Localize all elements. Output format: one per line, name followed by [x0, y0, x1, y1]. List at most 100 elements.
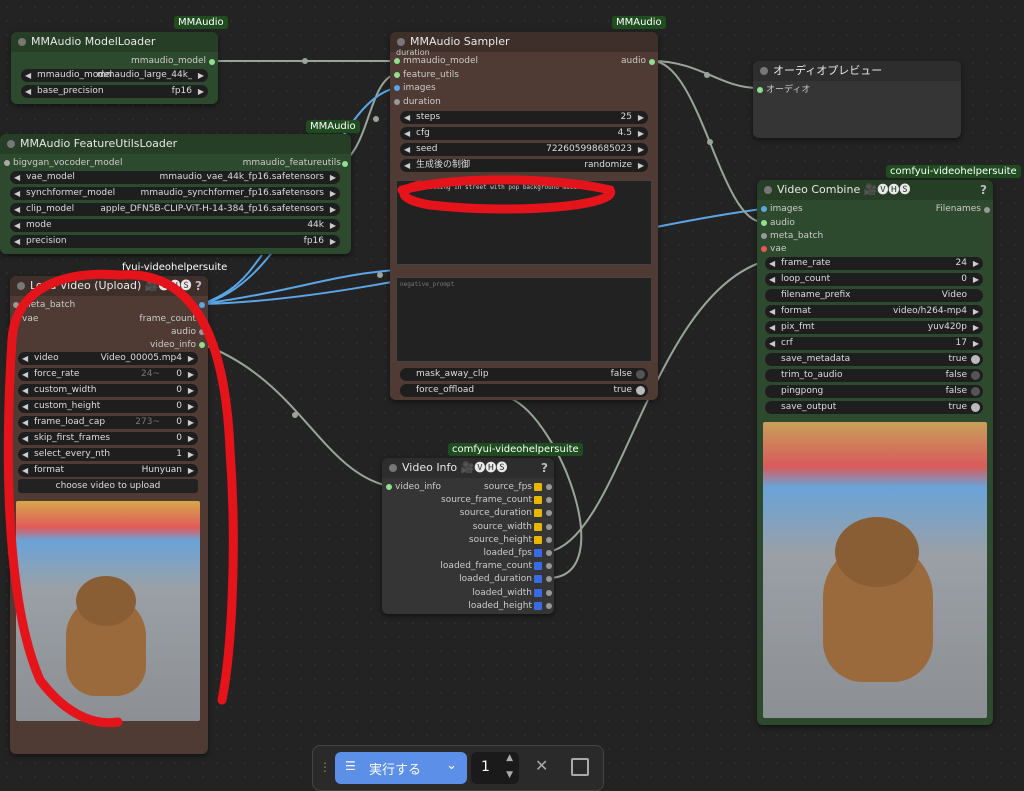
input-socket[interactable] — [13, 302, 19, 308]
widget-precision[interactable]: ◀ precision fp16 ▶ — [10, 235, 340, 248]
model-loader-node[interactable]: MMAudio ModelLoader mmaudio_model ◀ mmaud… — [11, 32, 218, 104]
widget-custom-height[interactable]: ◀ custom_height 0 ▶ — [18, 400, 198, 413]
input-socket[interactable] — [761, 206, 767, 212]
chevron-down-icon[interactable]: ⌄ — [446, 758, 457, 773]
help-icon[interactable]: ? — [980, 180, 987, 200]
widget-frame-load-cap[interactable]: ◀ frame_load_cap 273~ 0 ▶ — [18, 416, 198, 429]
output-socket[interactable] — [546, 589, 552, 596]
widget-video[interactable]: ◀ video Video_00005.mp4 ▶ — [18, 352, 198, 365]
widget-save-output[interactable]: save_output true — [765, 401, 983, 414]
node-title: Video Info 🎥🅥🅗🅢 — [402, 461, 508, 474]
negative-prompt-textarea[interactable]: negative_prompt — [396, 277, 652, 362]
output-label: Filenames — [935, 204, 981, 214]
output-video-preview — [763, 422, 987, 718]
output-socket[interactable] — [199, 329, 205, 335]
output-socket[interactable] — [342, 161, 348, 167]
output-socket[interactable] — [199, 302, 205, 308]
video-combine-node[interactable]: Video Combine 🎥🅥🅗🅢? images audio meta_ba… — [757, 180, 993, 725]
output-socket[interactable] — [546, 550, 552, 556]
input-label: images — [403, 83, 436, 93]
input-socket[interactable] — [757, 87, 763, 93]
widget-control-after-generate[interactable]: ◀ 生成後の制御 randomize ▶ — [400, 159, 648, 172]
decrement-icon[interactable]: ▼ — [506, 770, 513, 780]
output-label: audio — [621, 56, 646, 66]
widget-pingpong[interactable]: pingpong false — [765, 385, 983, 398]
output-socket[interactable] — [546, 523, 552, 530]
widget-base-precision[interactable]: ◀ base_precision fp16 ▶ — [21, 85, 208, 98]
batch-count-value: 1 — [481, 759, 490, 775]
run-button[interactable]: ☰ 実行する ⌄ — [335, 752, 467, 784]
node-pack-tag: comfyui-videohelpersuite — [448, 443, 583, 456]
output-socket[interactable] — [984, 207, 990, 213]
input-socket[interactable] — [394, 85, 400, 91]
mmaudio-sampler-node[interactable]: MMAudio Sampler duration mmaudio_model f… — [390, 32, 658, 400]
node-title: オーディオプレビュー — [773, 64, 883, 77]
help-icon[interactable]: ? — [195, 276, 202, 296]
input-label: video_info — [395, 482, 441, 492]
widget-format[interactable]: ◀ format Hunyuan ▶ — [18, 464, 198, 477]
toggle-force-offload[interactable]: force_offload true — [400, 384, 648, 397]
output-socket[interactable] — [546, 510, 552, 517]
output-label: source_height — [468, 534, 532, 545]
prompt-textarea[interactable]: cat is walking in street with pop backgr… — [396, 180, 652, 265]
input-socket[interactable] — [761, 233, 767, 239]
video-info-node[interactable]: Video Info 🎥🅥🅗🅢? video_info source_fps so… — [382, 458, 554, 614]
output-socket[interactable] — [199, 342, 205, 348]
output-socket[interactable] — [546, 536, 552, 543]
widget-clip-model[interactable]: ◀ clip_model apple_DFN5B-CLIP-ViT-H-14-384… — [10, 203, 340, 216]
output-socket[interactable] — [546, 576, 552, 583]
increment-icon[interactable]: ▲ — [506, 753, 513, 763]
input-socket[interactable] — [394, 72, 400, 78]
widget-frame-rate[interactable]: ◀ frame_rate 24 ▶ — [765, 257, 983, 270]
output-socket[interactable] — [649, 59, 655, 65]
widget-cfg[interactable]: ◀ cfg 4.5 ▶ — [400, 127, 648, 140]
output-socket[interactable] — [546, 563, 552, 570]
output-socket[interactable] — [546, 497, 552, 504]
input-socket[interactable] — [4, 160, 10, 166]
output-label: loaded_frame_count — [440, 561, 532, 572]
widget-seed[interactable]: ◀ seed 722605998685023 ▶ — [400, 143, 648, 156]
input-socket[interactable] — [394, 99, 400, 105]
load-video-node[interactable]: Load Video (Upload) 🎥🅥🅗🅢? meta_batch vae… — [10, 276, 208, 754]
feature-utils-loader-node[interactable]: MMAudio FeatureUtilsLoader bigvgan_vocod… — [0, 134, 351, 254]
widget-synchformer-model[interactable]: ◀ synchformer_model mmaudio_synchformer_fp… — [10, 187, 340, 200]
output-socket[interactable] — [546, 602, 552, 609]
output-label: video_info — [150, 340, 196, 350]
widget-steps[interactable]: ◀ steps 25 ▶ — [400, 111, 648, 124]
widget-custom-width[interactable]: ◀ custom_width 0 ▶ — [18, 384, 198, 397]
widget-pix-fmt[interactable]: ◀ pix_fmt yuv420p ▶ — [765, 321, 983, 334]
widget-vae-model[interactable]: ◀ vae_model mmaudio_vae_44k_fp16.safetenso… — [10, 171, 340, 184]
output-socket[interactable] — [209, 59, 215, 65]
input-label: vae — [22, 314, 39, 324]
output-socket[interactable] — [199, 316, 205, 322]
widget-skip-first-frames[interactable]: ◀ skip_first_frames 0 ▶ — [18, 432, 198, 445]
widget-mmaudio-model[interactable]: ◀mmaudio_modelmmaudio_large_44k_v...▶ — [21, 69, 208, 82]
type-badge-icon — [534, 575, 542, 584]
input-socket[interactable] — [394, 58, 400, 64]
input-socket[interactable] — [386, 484, 392, 490]
batch-count-input[interactable]: 1 ▲ ▼ — [471, 752, 519, 784]
output-label: loaded_height — [468, 600, 532, 611]
node-title: MMAudio ModelLoader — [31, 35, 156, 48]
widget-select-every-nth[interactable]: ◀ select_every_nth 1 ▶ — [18, 448, 198, 461]
widget-loop-count[interactable]: ◀ loop_count 0 ▶ — [765, 273, 983, 286]
input-socket[interactable] — [13, 316, 19, 322]
input-label: bigvgan_vocoder_model — [13, 158, 123, 168]
toggle-mask-away-clip[interactable]: mask_away_clip false — [400, 368, 648, 381]
choose-video-button[interactable]: choose video to upload — [18, 479, 198, 493]
help-icon[interactable]: ? — [541, 458, 548, 478]
widget-crf[interactable]: ◀ crf 17 ▶ — [765, 337, 983, 350]
output-socket[interactable] — [546, 484, 552, 490]
close-icon[interactable]: ✕ — [535, 756, 548, 775]
widget-filename-prefix[interactable]: filename_prefix Video — [765, 289, 983, 302]
stop-icon[interactable] — [571, 758, 589, 776]
input-socket[interactable] — [761, 246, 767, 252]
input-socket[interactable] — [761, 220, 767, 226]
widget-mode[interactable]: ◀ mode 44k ▶ — [10, 219, 340, 232]
widget-force-rate[interactable]: ◀ force_rate 24~ 0 ▶ — [18, 368, 198, 381]
input-label: vae — [770, 244, 787, 254]
widget-format[interactable]: ◀ format video/h264-mp4 ▶ — [765, 305, 983, 318]
widget-save-metadata[interactable]: save_metadata true — [765, 353, 983, 366]
widget-trim-to-audio[interactable]: trim_to_audio false — [765, 369, 983, 382]
audio-preview-node[interactable]: オーディオプレビュー オーディオ — [753, 61, 961, 138]
